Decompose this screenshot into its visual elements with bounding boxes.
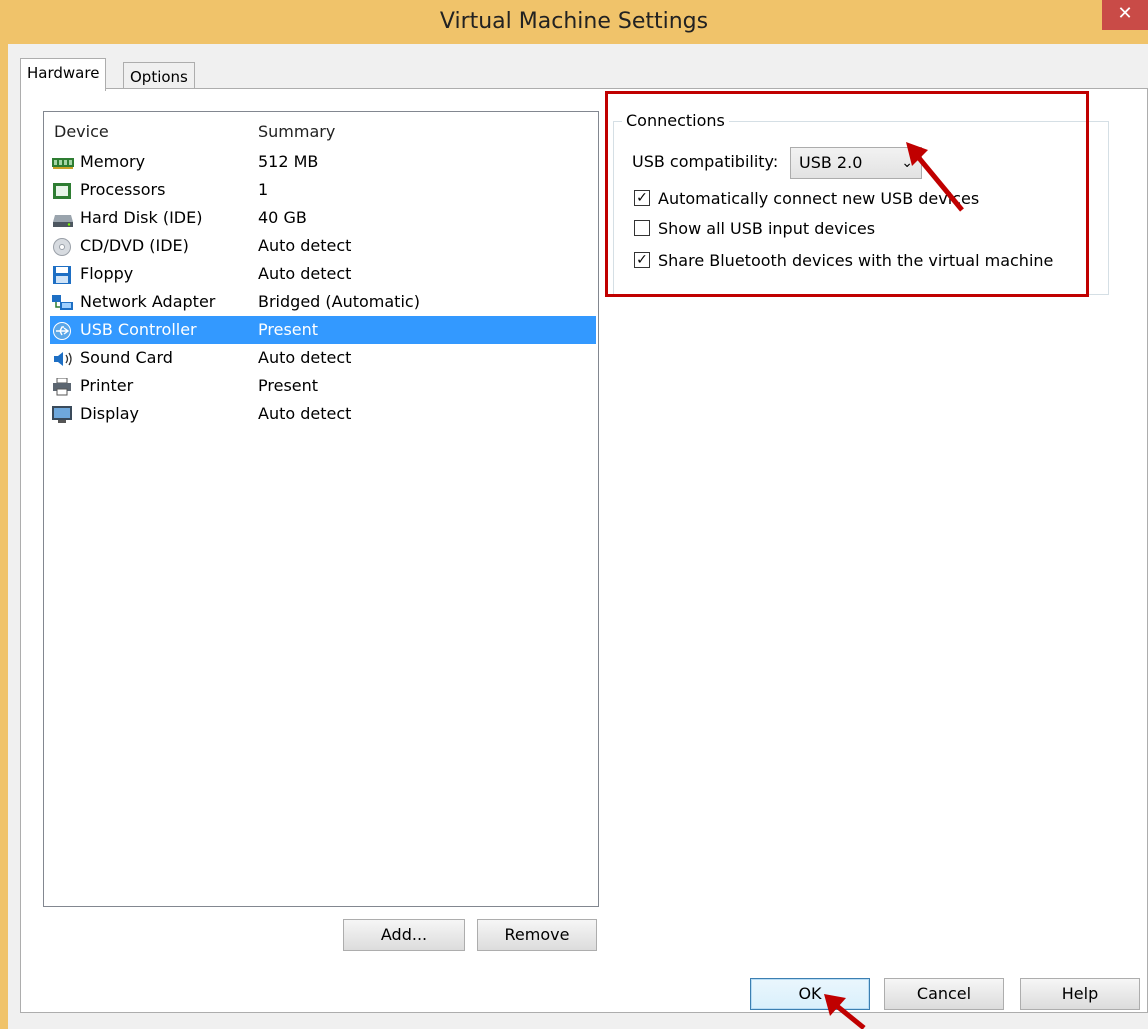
usb-compatibility-label: USB compatibility: [632, 152, 779, 171]
processor-icon [52, 181, 72, 199]
device-name: Network Adapter [80, 292, 216, 311]
usb-icon [52, 321, 72, 340]
list-item-hard-disk[interactable]: Hard Disk (IDE) 40 GB [50, 204, 596, 232]
list-item-sound-card[interactable]: Sound Card Auto detect [50, 344, 596, 372]
usb-compatibility-select[interactable]: USB 2.0 ⌄ [790, 147, 922, 179]
device-name: Sound Card [80, 348, 173, 367]
auto-connect-usb-label: Automatically connect new USB devices [658, 189, 980, 208]
device-name: Printer [80, 376, 134, 395]
device-summary: Auto detect [258, 236, 352, 255]
device-name: Memory [80, 152, 146, 171]
connections-group-title: Connections [622, 111, 729, 130]
device-name: Floppy [80, 264, 134, 283]
floppy-icon [52, 265, 72, 284]
list-item-printer[interactable]: Printer Present [50, 372, 596, 400]
device-name: Hard Disk (IDE) [80, 208, 203, 227]
add-device-button[interactable]: Add... [343, 919, 465, 951]
device-summary: Auto detect [258, 404, 352, 423]
dialog-client: Hardware Options Device Summary Memory 5… [8, 44, 1148, 1029]
connections-group: Connections USB compatibility: USB 2.0 ⌄… [613, 111, 1109, 295]
device-summary: 1 [258, 180, 269, 199]
cd-dvd-icon [52, 237, 72, 256]
title-bar: Virtual Machine Settings ✕ [0, 0, 1148, 44]
memory-icon [52, 153, 74, 171]
ok-button[interactable]: OK [750, 978, 870, 1010]
auto-connect-usb-checkbox[interactable]: ✓ [634, 190, 650, 206]
hardware-tab-panel: Device Summary Memory 512 MB Processors … [20, 88, 1148, 1013]
device-summary: Present [258, 376, 319, 395]
list-item-cd-dvd[interactable]: CD/DVD (IDE) Auto detect [50, 232, 596, 260]
device-summary: Auto detect [258, 348, 352, 367]
window-title: Virtual Machine Settings [439, 9, 709, 34]
device-summary: Auto detect [258, 264, 352, 283]
usb-compatibility-value: USB 2.0 [799, 153, 863, 172]
tab-options[interactable]: Options [123, 62, 195, 91]
device-summary: Bridged (Automatic) [258, 292, 420, 311]
window-frame-left [0, 0, 8, 1029]
hard-disk-icon [52, 209, 73, 227]
printer-icon [52, 377, 72, 396]
device-summary: 40 GB [258, 208, 307, 227]
chevron-down-icon: ⌄ [901, 155, 913, 171]
help-button[interactable]: Help [1020, 978, 1140, 1010]
device-list[interactable]: Device Summary Memory 512 MB Processors … [43, 111, 599, 907]
network-adapter-icon [52, 293, 73, 311]
column-header-device[interactable]: Device [54, 122, 109, 141]
show-usb-input-checkbox[interactable] [634, 220, 650, 236]
list-item-usb-controller[interactable]: USB Controller Present [50, 316, 596, 344]
device-summary: Present [258, 320, 319, 339]
column-header-summary[interactable]: Summary [258, 122, 335, 141]
list-item-floppy[interactable]: Floppy Auto detect [50, 260, 596, 288]
sound-card-icon [52, 349, 72, 367]
device-name: CD/DVD (IDE) [80, 236, 189, 255]
remove-device-button[interactable]: Remove [477, 919, 597, 951]
list-item-network-adapter[interactable]: Network Adapter Bridged (Automatic) [50, 288, 596, 316]
list-item-memory[interactable]: Memory 512 MB [50, 148, 596, 176]
share-bluetooth-label: Share Bluetooth devices with the virtual… [658, 251, 1054, 270]
device-name: USB Controller [80, 320, 197, 339]
device-name: Display [80, 404, 139, 423]
list-item-display[interactable]: Display Auto detect [50, 400, 596, 428]
close-button[interactable]: ✕ [1102, 0, 1148, 30]
share-bluetooth-checkbox[interactable]: ✓ [634, 252, 650, 268]
tab-hardware[interactable]: Hardware [20, 58, 107, 91]
device-summary: 512 MB [258, 152, 319, 171]
list-item-processors[interactable]: Processors 1 [50, 176, 596, 204]
device-name: Processors [80, 180, 166, 199]
cancel-button[interactable]: Cancel [884, 978, 1004, 1010]
show-usb-input-label: Show all USB input devices [658, 219, 876, 238]
display-icon [52, 405, 72, 423]
